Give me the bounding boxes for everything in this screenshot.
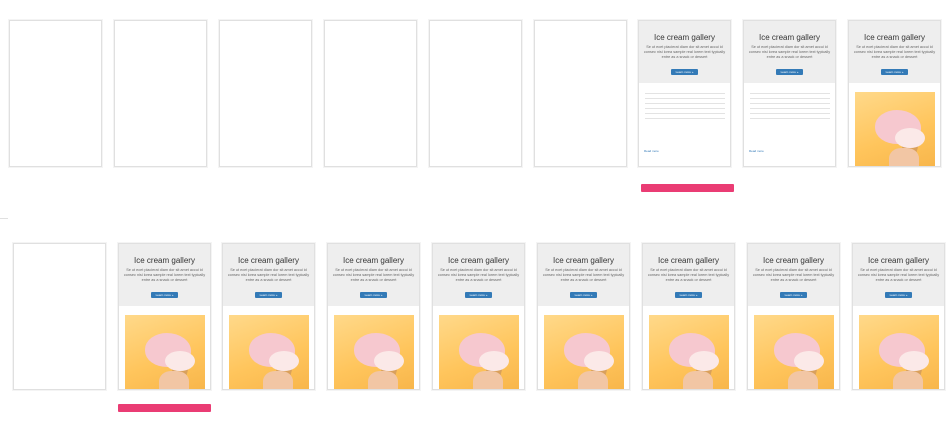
frame-2-5[interactable]: Ice cream gallery Se ut ecet placierat d… bbox=[432, 243, 525, 390]
hero-text: Se ut ecet placierat diam dor sit amet a… bbox=[643, 45, 726, 59]
hero-text: Se ut ecet placierat diam dor sit amet a… bbox=[748, 45, 831, 59]
ice-cream-photo bbox=[439, 315, 519, 389]
hero-section: Ice cream gallery Se ut ecet placierat d… bbox=[744, 21, 835, 83]
frame-1-7[interactable]: Ice cream gallery Se ut ecet placierat d… bbox=[638, 20, 731, 167]
hero-title: Ice cream gallery bbox=[864, 33, 925, 42]
hero-title: Ice cream gallery bbox=[763, 256, 824, 265]
hero-title: Ice cream gallery bbox=[238, 256, 299, 265]
ice-cream-photo bbox=[544, 315, 624, 389]
read-more-link[interactable]: Read more bbox=[644, 149, 659, 153]
learn-more-button[interactable]: Learn more » bbox=[884, 292, 913, 298]
hero-section: Ice cream gallery Se ut ecet placierat d… bbox=[639, 21, 730, 83]
frame-2-4[interactable]: Ice cream gallery Se ut ecet placierat d… bbox=[327, 243, 420, 390]
hero-title: Ice cream gallery bbox=[654, 33, 715, 42]
hero-title: Ice cream gallery bbox=[343, 256, 404, 265]
ice-cream-photo bbox=[649, 315, 729, 389]
text-placeholder bbox=[645, 93, 725, 123]
hero-text: Se ut ecet placierat diam dor sit amet a… bbox=[123, 268, 206, 282]
hero-text: Se ut ecet placierat diam dor sit amet a… bbox=[647, 268, 730, 282]
hero-text: Se ut ecet placierat diam dor sit amet a… bbox=[332, 268, 415, 282]
frame-1-3[interactable] bbox=[219, 20, 312, 167]
hero-section: Ice cream gallery Se ut ecet placierat d… bbox=[849, 21, 940, 83]
learn-more-button[interactable]: Learn more » bbox=[359, 292, 388, 298]
hero-title: Ice cream gallery bbox=[134, 256, 195, 265]
learn-more-button[interactable]: Learn more » bbox=[150, 292, 179, 298]
learn-more-button[interactable]: Learn more » bbox=[779, 292, 808, 298]
hero-section: Ice cream gallery Se ut ecet placierat d… bbox=[538, 244, 629, 306]
learn-more-button[interactable]: Learn more » bbox=[674, 292, 703, 298]
frame-2-1[interactable] bbox=[13, 243, 106, 390]
learn-more-button[interactable]: Learn more » bbox=[464, 292, 493, 298]
hero-text: Se ut ecet placierat diam dor sit amet a… bbox=[752, 268, 835, 282]
frame-1-4[interactable] bbox=[324, 20, 417, 167]
ice-cream-photo bbox=[229, 315, 309, 389]
frame-2-2[interactable]: Ice cream gallery Se ut ecet placierat d… bbox=[118, 243, 211, 390]
frame-1-9[interactable]: Ice cream gallery Se ut ecet placierat d… bbox=[848, 20, 941, 167]
hero-title: Ice cream gallery bbox=[759, 33, 820, 42]
frame-1-5[interactable] bbox=[429, 20, 522, 167]
frame-2-8[interactable]: Ice cream gallery Se ut ecet placierat d… bbox=[747, 243, 840, 390]
hero-text: Se ut ecet placierat diam dor sit amet a… bbox=[542, 268, 625, 282]
frame-1-6[interactable] bbox=[534, 20, 627, 167]
learn-more-button[interactable]: Learn more » bbox=[254, 292, 283, 298]
frame-2-3[interactable]: Ice cream gallery Se ut ecet placierat d… bbox=[222, 243, 315, 390]
ice-cream-photo bbox=[859, 315, 939, 389]
hero-section: Ice cream gallery Se ut ecet placierat d… bbox=[433, 244, 524, 306]
progress-marker bbox=[118, 404, 211, 412]
ice-cream-photo bbox=[125, 315, 205, 389]
progress-marker bbox=[641, 184, 734, 192]
hero-title: Ice cream gallery bbox=[868, 256, 929, 265]
frame-1-8[interactable]: Ice cream gallery Se ut ecet placierat d… bbox=[743, 20, 836, 167]
frame-2-6[interactable]: Ice cream gallery Se ut ecet placierat d… bbox=[537, 243, 630, 390]
frame-2-7[interactable]: Ice cream gallery Se ut ecet placierat d… bbox=[642, 243, 735, 390]
hero-title: Ice cream gallery bbox=[448, 256, 509, 265]
frame-1-2[interactable] bbox=[114, 20, 207, 167]
hero-section: Ice cream gallery Se ut ecet placierat d… bbox=[119, 244, 210, 306]
learn-more-button[interactable]: Learn more » bbox=[880, 69, 909, 75]
learn-more-button[interactable]: Learn more » bbox=[569, 292, 598, 298]
text-placeholder bbox=[750, 93, 830, 123]
frame-1-1[interactable] bbox=[9, 20, 102, 167]
read-more-link[interactable]: Read more bbox=[749, 149, 764, 153]
hero-section: Ice cream gallery Se ut ecet placierat d… bbox=[748, 244, 839, 306]
frame-2-9[interactable]: Ice cream gallery Se ut ecet placierat d… bbox=[852, 243, 945, 390]
learn-more-button[interactable]: Learn more » bbox=[670, 69, 699, 75]
hero-title: Ice cream gallery bbox=[553, 256, 614, 265]
hero-text: Se ut ecet placierat diam dor sit amet a… bbox=[227, 268, 310, 282]
ice-cream-photo bbox=[754, 315, 834, 389]
hero-section: Ice cream gallery Se ut ecet placierat d… bbox=[223, 244, 314, 306]
hero-section: Ice cream gallery Se ut ecet placierat d… bbox=[328, 244, 419, 306]
hero-text: Se ut ecet placierat diam dor sit amet a… bbox=[437, 268, 520, 282]
ice-cream-photo bbox=[334, 315, 414, 389]
hero-section: Ice cream gallery Se ut ecet placierat d… bbox=[853, 244, 944, 306]
ice-cream-photo bbox=[855, 92, 935, 166]
learn-more-button[interactable]: Learn more » bbox=[775, 69, 804, 75]
hero-text: Se ut ecet placierat diam dor sit amet a… bbox=[857, 268, 940, 282]
hero-text: Se ut ecet placierat diam dor sit amet a… bbox=[853, 45, 936, 59]
hero-title: Ice cream gallery bbox=[658, 256, 719, 265]
hero-section: Ice cream gallery Se ut ecet placierat d… bbox=[643, 244, 734, 306]
row-divider bbox=[0, 218, 8, 219]
